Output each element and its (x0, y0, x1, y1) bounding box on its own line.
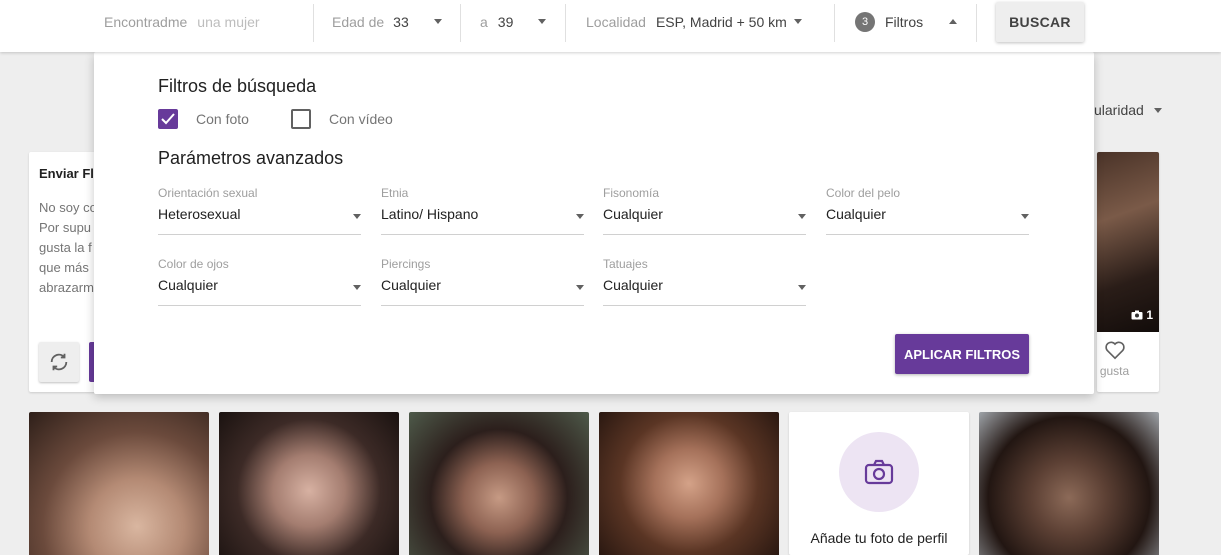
search-bar: Encontradme una mujer Edad de 33 a 39 Lo… (0, 0, 1221, 52)
chevron-down-icon (434, 19, 442, 24)
age-to-label: a (480, 13, 488, 30)
with-video-label: Con vídeo (329, 111, 393, 127)
chevron-down-icon (1153, 107, 1162, 113)
filters-panel: Filtros de búsqueda Con foto Con vídeo P… (94, 52, 1094, 394)
add-photo-circle (839, 432, 919, 512)
chevron-down-icon (1021, 214, 1029, 219)
field-value: Latino/ Hispano (381, 206, 479, 222)
add-profile-photo-card[interactable]: Añade tu foto de perfil (789, 412, 969, 555)
field-label: Fisonomía (603, 186, 660, 200)
add-photo-label: Añade tu foto de perfil (810, 530, 948, 546)
divider (460, 4, 461, 42)
like-label: Me gusta (1097, 364, 1130, 378)
check-icon (161, 113, 175, 125)
field-value: Heterosexual (158, 206, 241, 222)
looking-for-label: Encontradme (104, 13, 188, 30)
divider (976, 4, 977, 42)
age-to-select[interactable]: a 39 (480, 0, 546, 43)
field-underline (381, 234, 584, 235)
looking-for-value: una mujer (197, 13, 260, 30)
field-value: Cualquier (603, 206, 663, 222)
checkbox-unchecked[interactable] (291, 109, 311, 129)
field-label: Piercings (381, 257, 431, 271)
divider (834, 4, 835, 42)
profile-thumbnail[interactable] (219, 412, 399, 555)
field-underline (826, 234, 1029, 235)
location-label: Localidad (586, 13, 646, 30)
profile-thumbnail[interactable] (979, 412, 1159, 555)
age-from-value: 33 (393, 13, 409, 30)
camera-icon (1131, 310, 1143, 320)
field-label: Color del pelo (826, 186, 901, 200)
field-value: Cualquier (826, 206, 886, 222)
checkbox-checked[interactable] (158, 109, 178, 129)
age-from-select[interactable]: Edad de 33 (332, 0, 442, 43)
field-underline (158, 234, 361, 235)
camera-icon (864, 459, 894, 485)
tattoos-select[interactable]: Tatuajes Cualquier (603, 257, 806, 313)
field-label: Tatuajes (603, 257, 648, 271)
with-photo-label: Con foto (196, 111, 249, 127)
sort-label: ularidad (1094, 102, 1144, 118)
chevron-down-icon (798, 214, 806, 219)
heart-outline-icon (1104, 341, 1125, 360)
apply-filters-button[interactable]: APLICAR FILTROS (895, 334, 1029, 374)
chevron-down-icon (576, 214, 584, 219)
divider (565, 4, 566, 42)
with-video-checkbox[interactable]: Con vídeo (291, 109, 393, 129)
sort-select[interactable]: ularidad (1094, 102, 1162, 118)
like-button[interactable]: Me gusta (1097, 340, 1132, 378)
chevron-down-icon (794, 19, 802, 24)
field-underline (603, 234, 806, 235)
with-photo-checkbox[interactable]: Con foto (158, 109, 249, 129)
chevron-down-icon (538, 19, 546, 24)
sexual-orientation-select[interactable]: Orientación sexual Heterosexual (158, 186, 361, 242)
filters-toggle[interactable]: 3 Filtros (855, 0, 957, 43)
chevron-down-icon (353, 214, 361, 219)
field-underline (603, 305, 806, 306)
chevron-down-icon (353, 285, 361, 290)
ethnicity-select[interactable]: Etnia Latino/ Hispano (381, 186, 584, 242)
piercings-select[interactable]: Piercings Cualquier (381, 257, 584, 313)
field-label: Orientación sexual (158, 186, 258, 200)
filters-panel-title: Filtros de búsqueda (158, 76, 317, 96)
profile-thumbnail[interactable] (29, 412, 209, 555)
advanced-params-title: Parámetros avanzados (158, 148, 344, 168)
photo-count: 1 (1131, 308, 1153, 322)
age-to-value: 39 (497, 13, 514, 30)
send-flirt-title: Enviar Fli (39, 166, 98, 181)
eye-color-select[interactable]: Color de ojos Cualquier (158, 257, 361, 313)
location-select[interactable]: Localidad ESP, Madrid + 50 km (586, 0, 802, 43)
field-underline (158, 305, 361, 306)
profile-thumbnail[interactable] (409, 412, 589, 555)
age-from-label: Edad de (332, 13, 385, 30)
profile-card[interactable]: 1 Me gusta (1097, 152, 1159, 392)
field-value: Cualquier (381, 277, 441, 293)
field-underline (381, 305, 584, 306)
location-value: ESP, Madrid + 50 km (655, 13, 787, 30)
chevron-up-icon (949, 19, 957, 24)
search-button[interactable]: BUSCAR (996, 2, 1084, 42)
refresh-button[interactable] (39, 342, 79, 382)
field-value: Cualquier (158, 277, 218, 293)
field-label: Color de ojos (158, 257, 229, 271)
hair-color-select[interactable]: Color del pelo Cualquier (826, 186, 1029, 242)
chevron-down-icon (798, 285, 806, 290)
filters-count-badge: 3 (855, 11, 875, 32)
divider (313, 4, 314, 42)
photo-count-value: 1 (1146, 308, 1153, 322)
profile-photo[interactable] (1097, 152, 1159, 332)
refresh-icon (50, 353, 68, 371)
field-value: Cualquier (603, 277, 663, 293)
chevron-down-icon (576, 285, 584, 290)
filters-label: Filtros (885, 13, 924, 30)
looking-for-field[interactable]: Encontradme una mujer (104, 0, 260, 43)
field-label: Etnia (381, 186, 409, 200)
body-type-select[interactable]: Fisonomía Cualquier (603, 186, 806, 242)
profile-thumbnail[interactable] (599, 412, 779, 555)
